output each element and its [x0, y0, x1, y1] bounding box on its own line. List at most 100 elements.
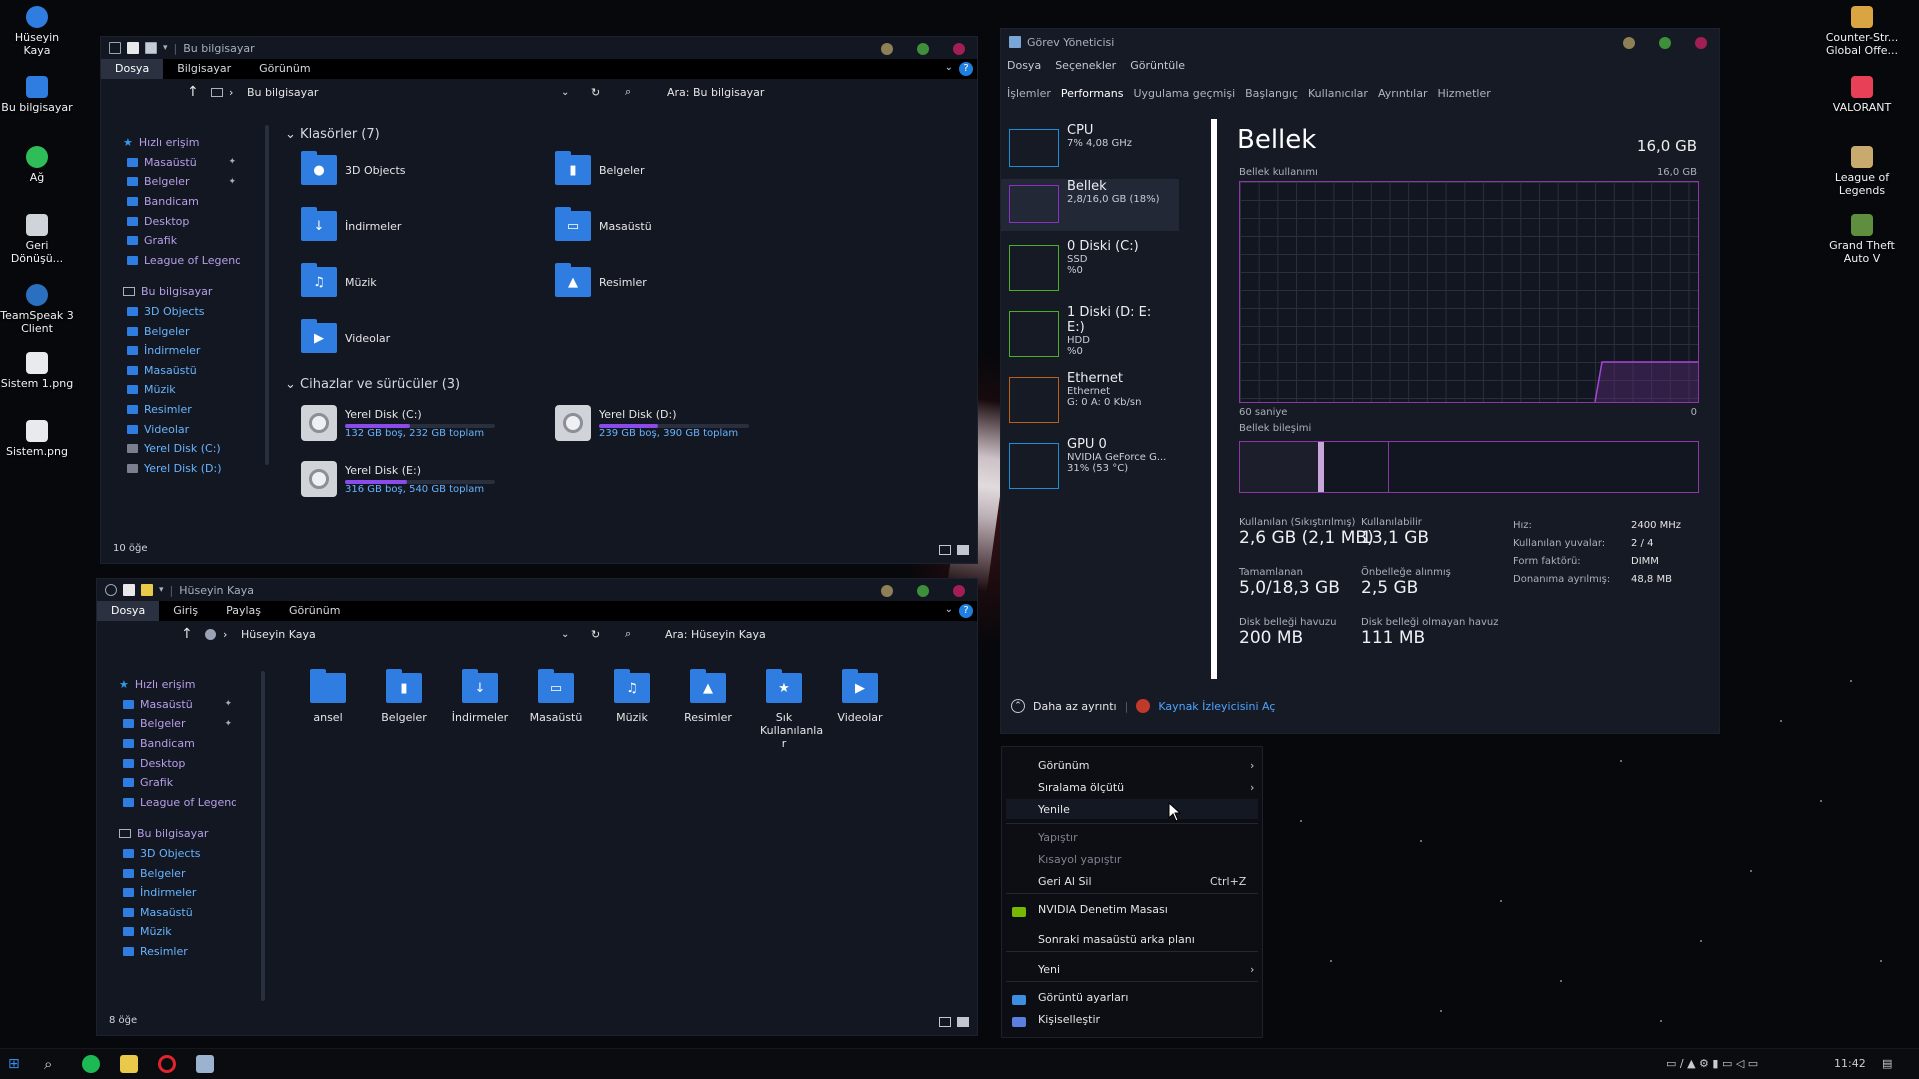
nav-item[interactable]: Masaüstü — [111, 903, 236, 923]
tab-file[interactable]: Dosya — [101, 59, 164, 79]
folder-item[interactable]: ▮ Belgeler — [375, 669, 433, 724]
nav-item[interactable]: Belgeler ✦ — [115, 172, 240, 192]
view-switcher[interactable] — [939, 545, 969, 555]
nav-item[interactable]: Grafik — [115, 231, 240, 251]
menu-item-view[interactable]: Görünüm › — [1038, 759, 1254, 772]
tab-users[interactable]: Kullanıcılar — [1308, 87, 1368, 100]
folder-item[interactable]: ▶ Videolar — [831, 669, 889, 724]
nav-item[interactable]: Yerel Disk (D:) — [115, 459, 240, 478]
tab-share[interactable]: Paylaş — [212, 601, 275, 621]
view-switcher[interactable] — [939, 1017, 969, 1027]
nav-item[interactable]: Desktop — [115, 211, 240, 231]
nav-quick-access[interactable]: ★ Hızlı erişim — [111, 675, 236, 695]
new-folder-icon[interactable] — [141, 584, 153, 596]
tab-view[interactable]: Görünüm — [245, 59, 324, 79]
refresh-icon[interactable]: ↻ — [591, 86, 600, 99]
desktop-icon-sistem1[interactable]: Sistem 1.png — [0, 352, 74, 390]
tab-details[interactable]: Ayrıntılar — [1378, 87, 1428, 100]
tray-icons[interactable]: ▭ ∕ ▲ ⚙ ▮ ▭ ◁ ▭ — [1666, 1057, 1758, 1070]
minimize-button[interactable] — [1623, 37, 1635, 49]
folder-item[interactable]: ● 3D Objects — [301, 151, 406, 185]
desktop-icon-teamspeak[interactable]: TeamSpeak 3 Client — [0, 284, 74, 335]
close-button[interactable] — [953, 585, 965, 597]
notification-icon[interactable]: ▤ — [1882, 1057, 1892, 1070]
tiles-view-icon[interactable] — [957, 1017, 969, 1027]
address-dropdown-icon[interactable]: ⌄ — [561, 87, 569, 98]
start-button[interactable]: ⊞ — [8, 1055, 26, 1073]
address-dropdown-icon[interactable]: ⌄ — [561, 629, 569, 640]
desktop-icon-csgo[interactable]: Counter-Str... Global Offe... — [1824, 6, 1900, 57]
nav-item[interactable]: İndirmeler — [111, 883, 236, 903]
tab-startup[interactable]: Başlangıç — [1245, 87, 1298, 100]
menu-item-refresh[interactable]: Yenile — [1038, 803, 1070, 816]
nav-item[interactable]: League of Legends — [115, 251, 240, 271]
help-icon[interactable]: ? — [959, 62, 973, 76]
ribbon-expand-icon[interactable]: ⌄ — [945, 62, 953, 73]
nav-this-pc[interactable]: Bu bilgisayar — [115, 282, 240, 302]
menu-view[interactable]: Görüntüle — [1130, 59, 1185, 72]
up-arrow-icon[interactable]: ↑ — [187, 84, 199, 100]
file-explorer-icon[interactable] — [120, 1055, 138, 1073]
nav-item[interactable]: Belgeler ✦ — [111, 714, 236, 734]
folder-item[interactable]: ▭ Masaüstü — [555, 207, 652, 241]
drive-item[interactable]: Yerel Disk (C:) 132 GB boş, 232 GB toplam — [301, 405, 495, 441]
menu-item-undo-delete[interactable]: Geri Al Sil Ctrl+Z — [1038, 875, 1246, 888]
details-view-icon[interactable] — [939, 545, 951, 555]
fewer-details-button[interactable]: Daha az ayrıntı — [1033, 700, 1117, 713]
ribbon-expand-icon[interactable]: ⌄ — [945, 604, 953, 615]
nav-item[interactable]: Grafik — [111, 773, 236, 793]
desktop-icon-this-pc[interactable]: Bu bilgisayar — [0, 76, 74, 114]
minimize-button[interactable] — [881, 43, 893, 55]
chevron-up-icon[interactable]: ⌃ — [1011, 699, 1025, 713]
breadcrumb-separator-icon[interactable]: › — [229, 86, 233, 99]
group-header-folders[interactable]: ⌄ Klasörler (7) — [285, 127, 380, 142]
breadcrumb-separator-icon[interactable]: › — [223, 628, 227, 641]
help-icon[interactable]: ? — [959, 604, 973, 618]
folder-item[interactable]: ★ Sık Kullanılanla r — [755, 669, 823, 750]
folder-item[interactable]: ♫ Müzik — [603, 669, 661, 724]
explorer-window-user[interactable]: ▾ | Hüseyin Kaya Dosya Giriş Paylaş Görü… — [96, 578, 978, 1036]
nav-item[interactable]: Müzik — [115, 380, 240, 400]
nav-item[interactable]: Müzik — [111, 922, 236, 942]
properties-icon[interactable] — [123, 584, 135, 596]
tab-view[interactable]: Görünüm — [275, 601, 354, 621]
folder-item[interactable]: ▲ Resimler — [555, 263, 647, 297]
desktop-icon-recycle-bin[interactable]: Geri Dönüşü... — [0, 214, 74, 265]
maximize-button[interactable] — [917, 585, 929, 597]
spotify-icon[interactable] — [82, 1055, 100, 1073]
splitter[interactable] — [1211, 119, 1217, 679]
folder-item[interactable]: ▭ Masaüstü — [527, 669, 585, 724]
folder-item[interactable]: ▲ Resimler — [679, 669, 737, 724]
up-arrow-icon[interactable]: ↑ — [181, 626, 193, 642]
drive-item[interactable]: Yerel Disk (E:) 316 GB boş, 540 GB toplam — [301, 461, 495, 497]
desktop-icon-valorant[interactable]: VALORANT — [1824, 76, 1900, 114]
nav-item[interactable]: Belgeler — [115, 321, 240, 341]
desktop-icon-network[interactable]: Ağ — [0, 146, 74, 184]
tab-computer[interactable]: Bilgisayar — [163, 59, 245, 79]
group-header-devices[interactable]: ⌄ Cihazlar ve sürücüler (3) — [285, 377, 460, 392]
nav-item[interactable]: Desktop — [111, 753, 236, 773]
folder-item[interactable]: ▮ Belgeler — [555, 151, 644, 185]
explorer-window-this-pc[interactable]: ▾ | Bu bilgisayar Dosya Bilgisayar Görün… — [100, 36, 978, 564]
perf-item-disk0[interactable]: 0 Diski (C:) SSD %0 — [1009, 239, 1169, 301]
nav-item[interactable]: Masaüstü ✦ — [111, 695, 236, 715]
search-input[interactable]: Ara: Bu bilgisayar — [667, 86, 764, 99]
desktop-icon-gta[interactable]: Grand Theft Auto V — [1824, 214, 1900, 265]
nav-item[interactable]: League of Legends — [111, 793, 236, 813]
nav-item[interactable]: Resimler — [115, 400, 240, 420]
drive-item[interactable]: Yerel Disk (D:) 239 GB boş, 390 GB toplam — [555, 405, 749, 441]
desktop-icon-sistem[interactable]: Sistem.png — [0, 420, 74, 458]
tab-app-history[interactable]: Uygulama geçmişi — [1134, 87, 1236, 100]
nav-item[interactable]: 3D Objects — [111, 844, 236, 864]
menu-item-paste[interactable]: Yapıştır — [1038, 831, 1078, 844]
perf-item-disk1[interactable]: 1 Diski (D: E: E:) HDD %0 — [1009, 305, 1169, 367]
new-folder-icon[interactable] — [145, 42, 157, 54]
nav-item[interactable]: Yerel Disk (C:) — [115, 439, 240, 459]
title-bar[interactable]: ▾ | Hüseyin Kaya — [97, 579, 977, 601]
properties-icon[interactable] — [127, 42, 139, 54]
window-controls[interactable] — [881, 43, 965, 55]
menu-item-display-settings[interactable]: Görüntü ayarları — [1038, 991, 1128, 1004]
menu-item-personalize[interactable]: Kişiselleştir — [1038, 1013, 1100, 1026]
tab-processes[interactable]: İşlemler — [1007, 87, 1051, 100]
folder-item[interactable]: ↓ İndirmeler — [301, 207, 401, 241]
